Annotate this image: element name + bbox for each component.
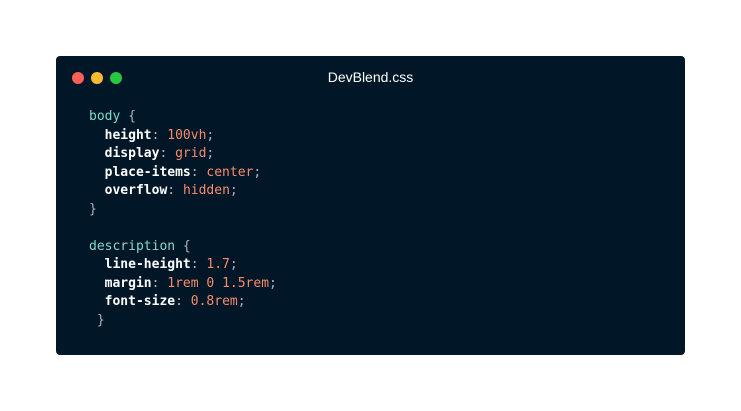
code-line: place-items: center;	[104, 164, 262, 180]
css-selector: description	[89, 238, 176, 254]
close-brace: }	[89, 312, 105, 328]
code-line: display: grid;	[104, 146, 215, 161]
code-line: font-size: 0.8rem;	[104, 294, 246, 309]
css-value: grid	[175, 146, 207, 161]
css-value: hidden	[182, 183, 230, 198]
css-property: place-items	[104, 164, 191, 180]
close-brace: }	[89, 201, 97, 217]
code-line: body {	[89, 108, 277, 127]
code-line: height: 100vh;	[104, 127, 215, 143]
css-property: font-size	[104, 294, 176, 309]
code-line: line-height: 1.7;	[104, 257, 238, 272]
css-selector: body	[89, 109, 121, 124]
code-window: DevBlend.css body { height: 100vh; displ…	[56, 56, 685, 355]
css-property: display	[104, 146, 160, 161]
open-brace: {	[175, 238, 191, 254]
css-property: margin	[104, 275, 152, 291]
code-line: }	[89, 201, 277, 220]
code-line: description {	[89, 238, 277, 257]
code-line: }	[89, 312, 277, 331]
css-value: 1rem 0 1.5rem	[167, 275, 270, 291]
window-titlebar: DevBlend.css	[56, 56, 685, 98]
css-property: overflow	[104, 183, 168, 198]
css-value: 1.7	[206, 257, 230, 272]
code-line: margin: 1rem 0 1.5rem;	[104, 275, 277, 291]
css-value: 100vh	[167, 127, 207, 143]
open-brace: {	[120, 109, 136, 124]
css-value: center	[206, 164, 254, 180]
code-block: body { height: 100vh; display: grid; pla…	[89, 108, 277, 330]
code-line: overflow: hidden;	[104, 183, 238, 198]
window-title: DevBlend.css	[327, 69, 414, 85]
css-value: 0.8rem	[190, 294, 238, 309]
css-property: height	[104, 127, 152, 143]
css-property: line-height	[104, 257, 191, 272]
